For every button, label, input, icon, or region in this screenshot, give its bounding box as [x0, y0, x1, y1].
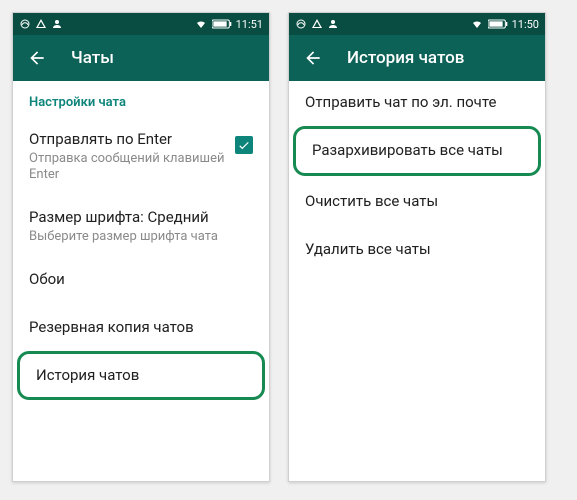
item-subtitle: Отправка сообщений клавишей Enter: [29, 151, 227, 185]
status-bar: 11:50: [289, 13, 545, 35]
user-icon: [327, 18, 339, 30]
phone-screen-2: 11:50 История чатов Отправить чат по эл.…: [288, 12, 546, 482]
item-title: Резервная копия чатов: [29, 318, 253, 338]
status-time: 11:51: [236, 18, 263, 31]
setting-send-on-enter[interactable]: Отправлять по Enter Отправка сообщений к…: [13, 118, 269, 196]
back-icon[interactable]: [303, 48, 323, 68]
connection-icon: [295, 18, 307, 30]
user-icon: [51, 18, 63, 30]
item-title: Обои: [29, 270, 253, 290]
app-bar: История чатов: [289, 35, 545, 81]
wifi-icon: [470, 18, 484, 30]
status-time: 11:50: [512, 18, 539, 31]
item-subtitle: Выберите размер шрифта чата: [29, 229, 253, 246]
item-title: Разархивировать все чаты: [312, 141, 522, 161]
warning-icon: [35, 18, 47, 30]
connection-icon: [19, 18, 31, 30]
setting-chat-history[interactable]: История чатов: [17, 351, 265, 401]
app-bar-title: Чаты: [71, 48, 114, 68]
item-title: Размер шрифта: Средний: [29, 208, 253, 228]
item-title: История чатов: [36, 366, 246, 386]
action-delete-all[interactable]: Удалить все чаты: [289, 228, 545, 276]
checkbox-checked-icon[interactable]: [235, 136, 253, 154]
warning-icon: [311, 18, 323, 30]
item-title: Очистить все чаты: [305, 192, 529, 212]
phone-screen-1: 11:51 Чаты Настройки чата Отправлять по …: [12, 12, 270, 482]
item-title: Отправлять по Enter: [29, 130, 227, 150]
action-email-chat[interactable]: Отправить чат по эл. почте: [289, 81, 545, 129]
status-bar: 11:51: [13, 13, 269, 35]
action-unarchive-all[interactable]: Разархивировать все чаты: [293, 126, 541, 176]
section-header: Настройки чата: [13, 81, 269, 118]
app-bar-title: История чатов: [347, 48, 464, 68]
battery-icon: [212, 19, 232, 29]
action-clear-all[interactable]: Очистить все чаты: [289, 180, 545, 228]
item-title: Удалить все чаты: [305, 240, 529, 260]
content-area: Настройки чата Отправлять по Enter Отпра…: [13, 81, 269, 481]
wifi-icon: [194, 18, 208, 30]
setting-font-size[interactable]: Размер шрифта: Средний Выберите размер ш…: [13, 196, 269, 257]
back-icon[interactable]: [27, 48, 47, 68]
app-bar: Чаты: [13, 35, 269, 81]
setting-wallpaper[interactable]: Обои: [13, 258, 269, 306]
setting-backup[interactable]: Резервная копия чатов: [13, 306, 269, 354]
item-title: Отправить чат по эл. почте: [305, 93, 529, 113]
battery-icon: [488, 19, 508, 29]
content-area: Отправить чат по эл. почте Разархивирова…: [289, 81, 545, 481]
